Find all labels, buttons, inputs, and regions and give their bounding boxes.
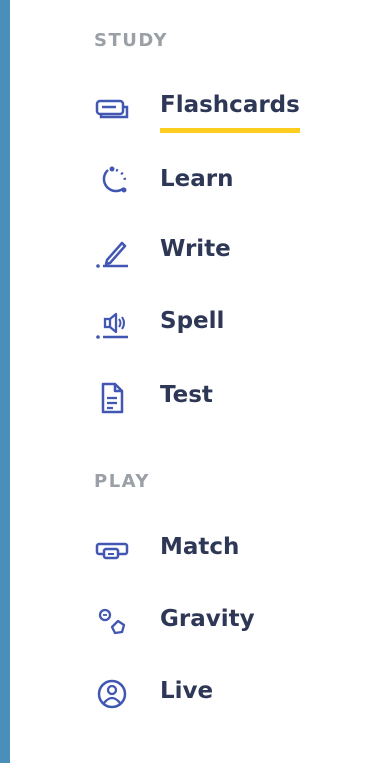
active-indicator bbox=[160, 128, 300, 133]
study-mode-panel: STUDY Flashcards Learn Write Spell Test … bbox=[10, 0, 392, 763]
study-item-label-spell: Spell bbox=[160, 308, 225, 334]
play-item-label-match: Match bbox=[160, 534, 240, 560]
write-icon bbox=[96, 241, 128, 268]
spell-icon bbox=[96, 312, 128, 339]
flashcards-icon bbox=[95, 99, 129, 119]
gravity-icon bbox=[98, 608, 126, 635]
study-item-learn[interactable]: Learn bbox=[90, 158, 370, 206]
study-item-label-flashcards: Flashcards bbox=[160, 92, 300, 118]
test-icon bbox=[101, 382, 124, 414]
learn-icon bbox=[102, 166, 127, 193]
play-item-live[interactable]: Live bbox=[90, 670, 370, 718]
study-item-label-learn: Learn bbox=[160, 166, 234, 192]
study-item-test[interactable]: Test bbox=[90, 374, 370, 422]
play-item-match[interactable]: Match bbox=[90, 526, 370, 574]
play-item-label-live: Live bbox=[160, 678, 214, 704]
study-item-label-test: Test bbox=[160, 382, 213, 408]
match-icon bbox=[95, 542, 129, 560]
section-title-play: PLAY bbox=[94, 471, 150, 492]
study-item-flashcards[interactable]: Flashcards bbox=[90, 84, 370, 133]
section-title-study: STUDY bbox=[94, 30, 169, 51]
study-item-write[interactable]: Write bbox=[90, 228, 370, 276]
study-item-spell[interactable]: Spell bbox=[90, 300, 370, 348]
play-item-gravity[interactable]: Gravity bbox=[90, 598, 370, 646]
play-item-label-gravity: Gravity bbox=[160, 606, 255, 632]
study-item-label-write: Write bbox=[160, 236, 231, 262]
live-icon bbox=[97, 679, 127, 709]
